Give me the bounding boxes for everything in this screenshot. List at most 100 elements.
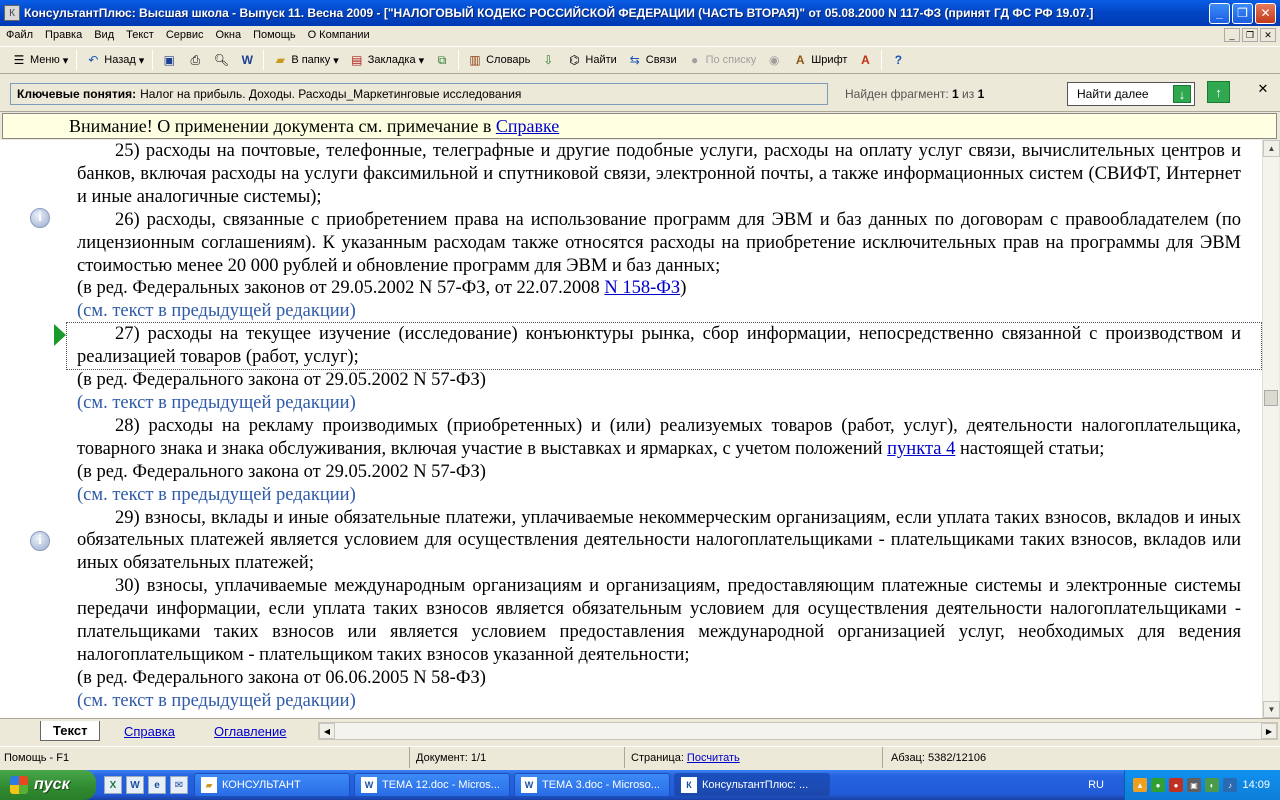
folder-icon: ▰ <box>275 53 285 67</box>
start-button[interactable]: пуск <box>0 770 96 800</box>
scroll-right-button[interactable]: ▶ <box>1261 723 1277 739</box>
taskbar-item-consultantplus[interactable]: К КонсультантПлюс: ... <box>674 773 830 797</box>
volume-icon[interactable]: ♪ <box>1223 778 1237 792</box>
law-158-link[interactable]: N 158-ФЗ <box>604 278 680 298</box>
previous-edition-link[interactable]: (см. текст в предыдущей редакции) <box>77 484 1241 507</box>
paragraph-28: 28) расходы на рекламу производимых (при… <box>77 415 1241 459</box>
horizontal-scrollbar[interactable]: ◀ ▶ <box>318 722 1278 740</box>
doc-restore-button[interactable]: ❐ <box>1242 28 1258 42</box>
find-next-button[interactable]: Найти далее ↓ <box>1067 82 1195 106</box>
tray-app-icon[interactable]: ● <box>1151 778 1165 792</box>
scroll-left-button[interactable]: ◀ <box>319 723 335 739</box>
quick-launch: X W e ✉ <box>104 776 188 794</box>
doc-close-button[interactable]: ✕ <box>1260 28 1276 42</box>
menu-windows[interactable]: Окна <box>210 29 248 41</box>
menu-button[interactable]: ☰ Меню ▾ <box>6 49 73 71</box>
word-icon: W <box>241 53 253 67</box>
find-previous-button[interactable]: ↑ <box>1207 81 1230 103</box>
edition-note-27: (в ред. Федерального закона от 29.05.200… <box>77 370 486 391</box>
arrow-down-icon: ↓ <box>1173 85 1191 103</box>
margin-gutter: i i <box>0 140 66 718</box>
menu-text[interactable]: Текст <box>120 29 160 41</box>
status-document: Документ: 1/1 <box>410 747 625 768</box>
taskbar-item-tema3[interactable]: W ТЕМА 3.doc - Microso... <box>514 773 670 797</box>
by-list-button[interactable]: ● По списку <box>682 49 762 71</box>
paragraph-26: 26) расходы, связанные с приобретением п… <box>77 209 1241 276</box>
tab-contents[interactable]: Оглавление <box>202 721 298 741</box>
printer-icon: ⎙ <box>190 52 201 67</box>
menu-service[interactable]: Сервис <box>160 29 210 41</box>
tree-button[interactable]: ⧉ <box>429 49 455 71</box>
previous-edition-link[interactable]: (см. текст в предыдущей редакции) <box>77 690 1241 713</box>
taskbar-item-tema12[interactable]: W ТЕМА 12.doc - Micros... <box>354 773 510 797</box>
menu-file[interactable]: Файл <box>0 29 39 41</box>
tray-app-icon[interactable]: ▲ <box>1133 778 1147 792</box>
preview-button[interactable]: 🔍︎ <box>208 49 234 71</box>
outlook-icon[interactable]: ✉ <box>170 776 188 794</box>
taskbar: пуск X W e ✉ ▰ КОНСУЛЬТАНТ W ТЕМА 12.doc -… <box>0 770 1280 800</box>
status-help: Помощь - F1 <box>0 747 410 768</box>
menu-view[interactable]: Вид <box>88 29 120 41</box>
internet-explorer-icon[interactable]: e <box>148 776 166 794</box>
tab-help[interactable]: Справка <box>112 721 187 741</box>
previous-edition-link[interactable]: (см. текст в предыдущей редакции) <box>77 300 1241 323</box>
vertical-scrollbar[interactable]: ▲ ▼ <box>1262 140 1280 718</box>
menu-help[interactable]: Помощь <box>247 29 302 41</box>
info-icon[interactable]: i <box>30 531 50 551</box>
context-help-button[interactable]: ? <box>885 49 911 71</box>
paragraph-25: 25) расходы на почтовые, телефонные, тел… <box>77 141 1241 207</box>
scroll-thumb[interactable] <box>1264 390 1278 406</box>
close-button[interactable]: ✕ <box>1255 2 1276 24</box>
excel-icon[interactable]: X <box>104 776 122 794</box>
status-page: Страница: Посчитать <box>625 747 883 768</box>
save-button[interactable]: ▣ <box>156 49 182 71</box>
consultant-app-icon: К <box>681 777 697 793</box>
paragraph-29: 29) взносы, вклады и иные обязательные п… <box>77 507 1241 574</box>
font-button[interactable]: A Шрифт <box>787 49 852 71</box>
previous-edition-link[interactable]: (см. текст в предыдущей редакции) <box>77 392 1241 415</box>
bookmark-button[interactable]: ▤ Закладка ▾ <box>344 49 429 71</box>
language-indicator[interactable]: RU <box>1088 779 1104 791</box>
help-link[interactable]: Справке <box>496 116 559 137</box>
links-icon: ⇆ <box>629 53 640 67</box>
scroll-up-button[interactable]: ▲ <box>1263 140 1280 157</box>
maximize-button[interactable]: ❐ <box>1232 2 1253 24</box>
tray-app-icon[interactable]: ▣ <box>1187 778 1201 792</box>
tab-text[interactable]: Текст <box>40 721 101 741</box>
info-icon[interactable]: i <box>30 208 50 228</box>
clock: 14:09 <box>1242 779 1270 791</box>
dictionary-icon: ▥ <box>469 53 481 67</box>
up-button[interactable]: ◉ <box>761 49 787 71</box>
word-icon[interactable]: W <box>126 776 144 794</box>
key-concepts-field[interactable]: Ключевые понятия: Налог на прибыль. Дохо… <box>10 83 828 105</box>
minimize-button[interactable]: _ <box>1209 2 1230 24</box>
print-button[interactable]: ⎙ <box>182 49 208 71</box>
back-button[interactable]: ↶ Назад ▾ <box>80 49 149 71</box>
menu-edit[interactable]: Правка <box>39 29 88 41</box>
magnifier-icon: 🔍︎ <box>213 53 229 67</box>
to-folder-button[interactable]: ▰ В папку ▾ <box>267 49 343 71</box>
find-button[interactable]: ⌬ Найти <box>561 49 621 71</box>
close-search-panel-button[interactable]: ✕ <box>1255 81 1271 97</box>
document-arrow-icon: ⇩ <box>543 53 554 67</box>
doc-minimize-button[interactable]: _ <box>1224 28 1240 42</box>
document-view[interactable]: i i 25) расходы на почтовые, телефонные,… <box>0 140 1262 718</box>
count-pages-link[interactable]: Посчитать <box>687 752 740 764</box>
edition-note-28: (в ред. Федерального закона от 29.05.200… <box>77 461 486 482</box>
tray-app-icon[interactable]: ● <box>1169 778 1183 792</box>
chevron-down-icon: ▾ <box>418 54 425 67</box>
clause-4-link[interactable]: пункта 4 <box>887 439 955 459</box>
scroll-down-button[interactable]: ▼ <box>1263 701 1280 718</box>
title-bar[interactable]: К КонсультантПлюс: Высшая школа - Выпуск… <box>0 0 1280 26</box>
font-size-button[interactable]: A <box>852 49 878 71</box>
dictionary-button[interactable]: ▥ Словарь <box>462 49 535 71</box>
go-button[interactable]: ⇩ <box>535 49 561 71</box>
links-button[interactable]: ⇆ Связи <box>622 49 682 71</box>
taskbar-item-consultant[interactable]: ▰ КОНСУЛЬТАНТ <box>194 773 350 797</box>
word-export-button[interactable]: W <box>234 49 260 71</box>
menu-about[interactable]: О Компании <box>302 29 376 41</box>
edition-note-30: (в ред. Федерального закона от 06.06.200… <box>77 667 486 688</box>
help-pointer-icon: ? <box>894 53 903 67</box>
circle-up-icon: ◉ <box>768 53 780 67</box>
tray-app-icon[interactable]: ◐ <box>1205 778 1219 792</box>
